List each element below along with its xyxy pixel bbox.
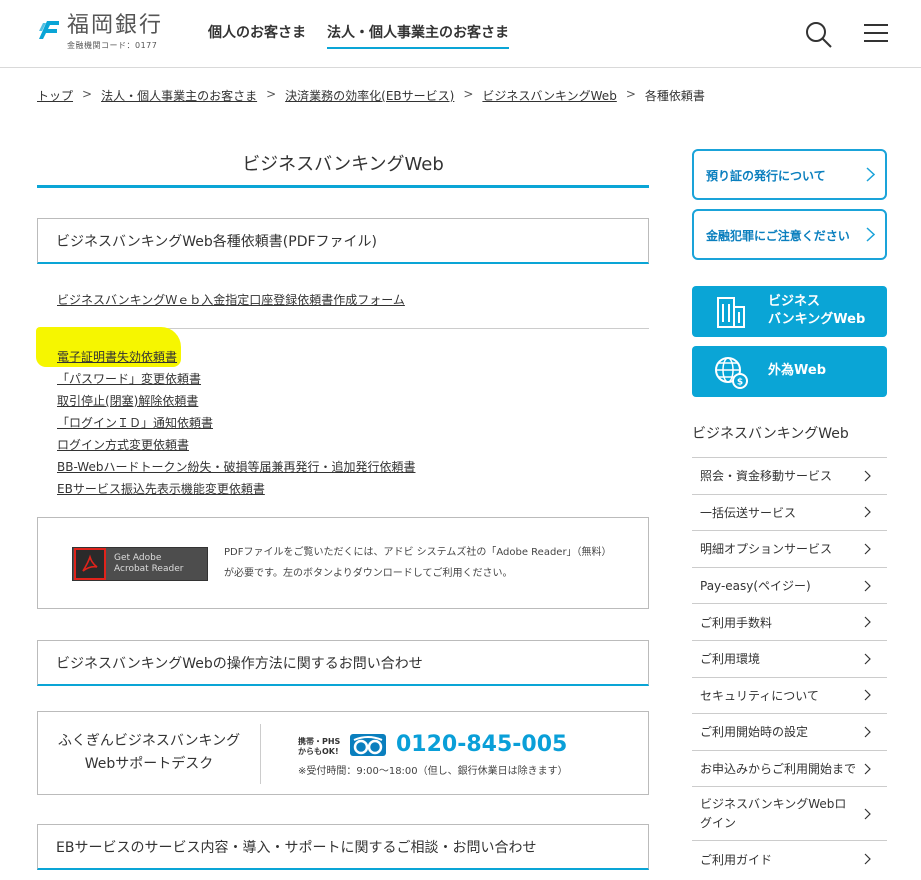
sidebar-item-inquiry-transfer[interactable]: 照会・資金移動サービス xyxy=(692,457,887,494)
chevron-right-icon xyxy=(864,726,871,738)
chevron-right-icon xyxy=(866,227,875,242)
fx-web-label: 外為Web xyxy=(768,363,826,378)
nav-personal[interactable]: 個人のお客さま xyxy=(208,22,306,42)
adobe-button-line1: Get Adobe xyxy=(114,553,162,563)
hamburger-menu-icon[interactable] xyxy=(864,24,888,44)
bb-web-line1: ビジネス xyxy=(768,294,821,309)
breadcrumb-separator: > xyxy=(266,87,277,101)
pdf-link-hardware-token[interactable]: BB-Webハードトークン紛失・破損等届兼再発行・追加発行依頼書 xyxy=(57,458,415,475)
breadcrumb: トップ > 法人・個人事業主のお客さま > 決済業務の効率化(EBサービス) >… xyxy=(37,87,705,104)
sidebar-item-initial-setup[interactable]: ご利用開始時の設定 xyxy=(692,713,887,750)
breadcrumb-link[interactable]: 決済業務の効率化(EBサービス) xyxy=(285,87,454,104)
sidebar-item-label: ビジネスバンキングWebログイン xyxy=(700,796,847,830)
financial-crime-button[interactable]: 金融犯罪にご注意ください xyxy=(692,209,887,260)
form-link-deposit-account[interactable]: ビジネスバンキングＷｅｂ入金指定口座登録依頼書作成フォーム xyxy=(57,291,405,308)
search-icon[interactable] xyxy=(805,21,833,49)
chevron-right-icon xyxy=(864,506,871,518)
section-heading-operation-inquiry: ビジネスバンキングWebの操作方法に関するお問い合わせ xyxy=(37,640,649,686)
sidebar-item-application-flow[interactable]: お申込みからご利用開始まで xyxy=(692,749,887,787)
support-hours: ※受付時間：9:00～18:00（但し、銀行休業日は除きます） xyxy=(298,766,568,777)
deposit-receipt-button[interactable]: 預り証の発行について xyxy=(692,149,887,200)
section-heading-eb-consultation: EBサービスのサービス内容・導入・サポートに関するご相談・お問い合わせ xyxy=(37,824,649,870)
sidebar-item-user-guide[interactable]: ご利用ガイド xyxy=(692,840,887,877)
pdf-link-unblock[interactable]: 取引停止(閉塞)解除依頼書 xyxy=(57,392,198,409)
sidebar-item-batch-transmission[interactable]: 一括伝送サービス xyxy=(692,493,887,531)
support-desk-name: ふくぎんビジネスバンキング Webサポートデスク xyxy=(38,730,260,776)
chevron-right-icon xyxy=(864,616,871,628)
breadcrumb-separator: > xyxy=(463,87,474,101)
breadcrumb-link[interactable]: ビジネスバンキングWeb xyxy=(482,87,616,104)
breadcrumb-current: 各種依頼書 xyxy=(644,89,705,103)
fx-web-button[interactable]: $ 外為Web xyxy=(692,346,887,397)
chevron-right-icon xyxy=(864,580,871,592)
page-title: ビジネスバンキングWeb xyxy=(37,148,649,188)
bank-code: 金融機関コード：0177 xyxy=(67,41,158,50)
chevron-right-icon xyxy=(864,543,871,555)
adobe-button-line2: Acrobat Reader xyxy=(114,564,184,574)
sidebar-item-label: 照会・資金移動サービス xyxy=(700,469,833,484)
sidebar-item-pay-easy[interactable]: Pay-easy(ペイジー) xyxy=(692,566,887,604)
pdf-link-certificate-revocation[interactable]: 電子証明書失効依頼書 xyxy=(57,348,177,365)
chevron-right-icon xyxy=(864,653,871,665)
sidebar-item-label: ご利用開始時の設定 xyxy=(700,725,809,740)
pdf-link-login-id-notice[interactable]: 「ログインＩＤ」通知依頼書 xyxy=(57,414,213,431)
sidebar-item-label: ご利用手数料 xyxy=(700,615,773,630)
business-banking-web-label: ビジネス バンキングWeb xyxy=(768,293,865,329)
chevron-right-icon xyxy=(864,763,871,774)
breadcrumb-link[interactable]: トップ xyxy=(37,87,73,104)
support-name-line2: Webサポートデスク xyxy=(84,756,214,772)
bank-name: 福岡銀行 xyxy=(67,13,164,38)
sidebar-item-label: セキュリティについて xyxy=(700,688,819,703)
adobe-acrobat-icon xyxy=(74,548,106,580)
mobile-note-line2: からもOK! xyxy=(298,747,339,756)
mobile-note-line1: 携帯・PHS xyxy=(298,737,341,746)
sidebar-item-label: お申込みからご利用開始まで xyxy=(700,762,857,777)
sidebar-item-security[interactable]: セキュリティについて xyxy=(692,676,887,714)
breadcrumb-link[interactable]: 法人・個人事業主のお客さま xyxy=(101,87,257,104)
sidebar-item-label: 一括伝送サービス xyxy=(700,505,797,520)
breadcrumb-separator: > xyxy=(82,87,93,101)
svg-text:$: $ xyxy=(737,378,743,388)
free-dial-icon xyxy=(350,734,386,756)
sidebar-item-label: ご利用環境 xyxy=(700,652,761,667)
sidebar-item-label: Pay-easy(ペイジー) xyxy=(700,579,811,594)
business-banking-web-button[interactable]: ビジネス バンキングWeb xyxy=(692,286,887,337)
adobe-reader-box: Get Adobe Acrobat Reader PDFファイルをご覧いただくに… xyxy=(37,517,649,609)
pdf-link-login-method-change[interactable]: ログイン方式変更依頼書 xyxy=(57,436,189,453)
sidebar-item-statement-option[interactable]: 明細オプションサービス xyxy=(692,530,887,567)
sidebar-item-environment[interactable]: ご利用環境 xyxy=(692,639,887,677)
divider xyxy=(260,724,261,784)
nav-corporate[interactable]: 法人・個人事業主のお客さま xyxy=(327,22,509,49)
sidebar-heading: ビジネスバンキングWeb xyxy=(692,426,849,442)
mobile-ok-note: 携帯・PHS からもOK! xyxy=(298,737,340,757)
site-header: 福岡銀行 金融機関コード：0177 個人のお客さま 法人・個人事業主のお客さま xyxy=(0,0,921,68)
sidebar-item-label: 明細オプションサービス xyxy=(700,542,833,557)
support-phone-number[interactable]: 0120-845-005 xyxy=(396,732,567,757)
chevron-right-icon xyxy=(864,689,871,701)
pdf-link-password-change[interactable]: 「パスワード」変更依頼書 xyxy=(57,370,201,387)
chevron-right-icon xyxy=(866,167,875,182)
chevron-right-icon xyxy=(864,853,871,865)
deposit-receipt-label: 預り証の発行について xyxy=(706,169,826,183)
bank-logo[interactable]: 福岡銀行 金融機関コード：0177 xyxy=(37,14,163,51)
sidebar-item-fees[interactable]: ご利用手数料 xyxy=(692,603,887,640)
breadcrumb-separator: > xyxy=(625,87,636,101)
sidebar-item-login[interactable]: ビジネスバンキングWebログイン xyxy=(692,786,887,840)
get-adobe-reader-button[interactable]: Get Adobe Acrobat Reader xyxy=(72,547,208,581)
bb-web-line2: バンキングWeb xyxy=(768,312,866,327)
globe-currency-icon: $ xyxy=(715,357,748,389)
financial-crime-label: 金融犯罪にご注意ください xyxy=(706,229,850,243)
adobe-description: PDFファイルをご覧いただくには、アドビ システムズ社の「Adobe Reade… xyxy=(224,547,612,579)
bank-logo-icon xyxy=(39,21,59,39)
support-name-line1: ふくぎんビジネスバンキング xyxy=(57,733,241,749)
support-desk-box: ふくぎんビジネスバンキング Webサポートデスク 携帯・PHS からもOK! 0… xyxy=(37,711,649,795)
chevron-right-icon xyxy=(864,808,871,820)
section-heading-forms: ビジネスバンキングWeb各種依頼書(PDFファイル) xyxy=(37,218,649,264)
sidebar-item-label: ご利用ガイド xyxy=(700,852,773,867)
chevron-right-icon xyxy=(864,470,871,482)
pdf-link-payee-display[interactable]: EBサービス振込先表示機能変更依頼書 xyxy=(57,480,265,497)
building-icon xyxy=(717,297,745,328)
sidebar-nav-list: 照会・資金移動サービス 一括伝送サービス 明細オプションサービス Pay-eas… xyxy=(692,457,887,877)
